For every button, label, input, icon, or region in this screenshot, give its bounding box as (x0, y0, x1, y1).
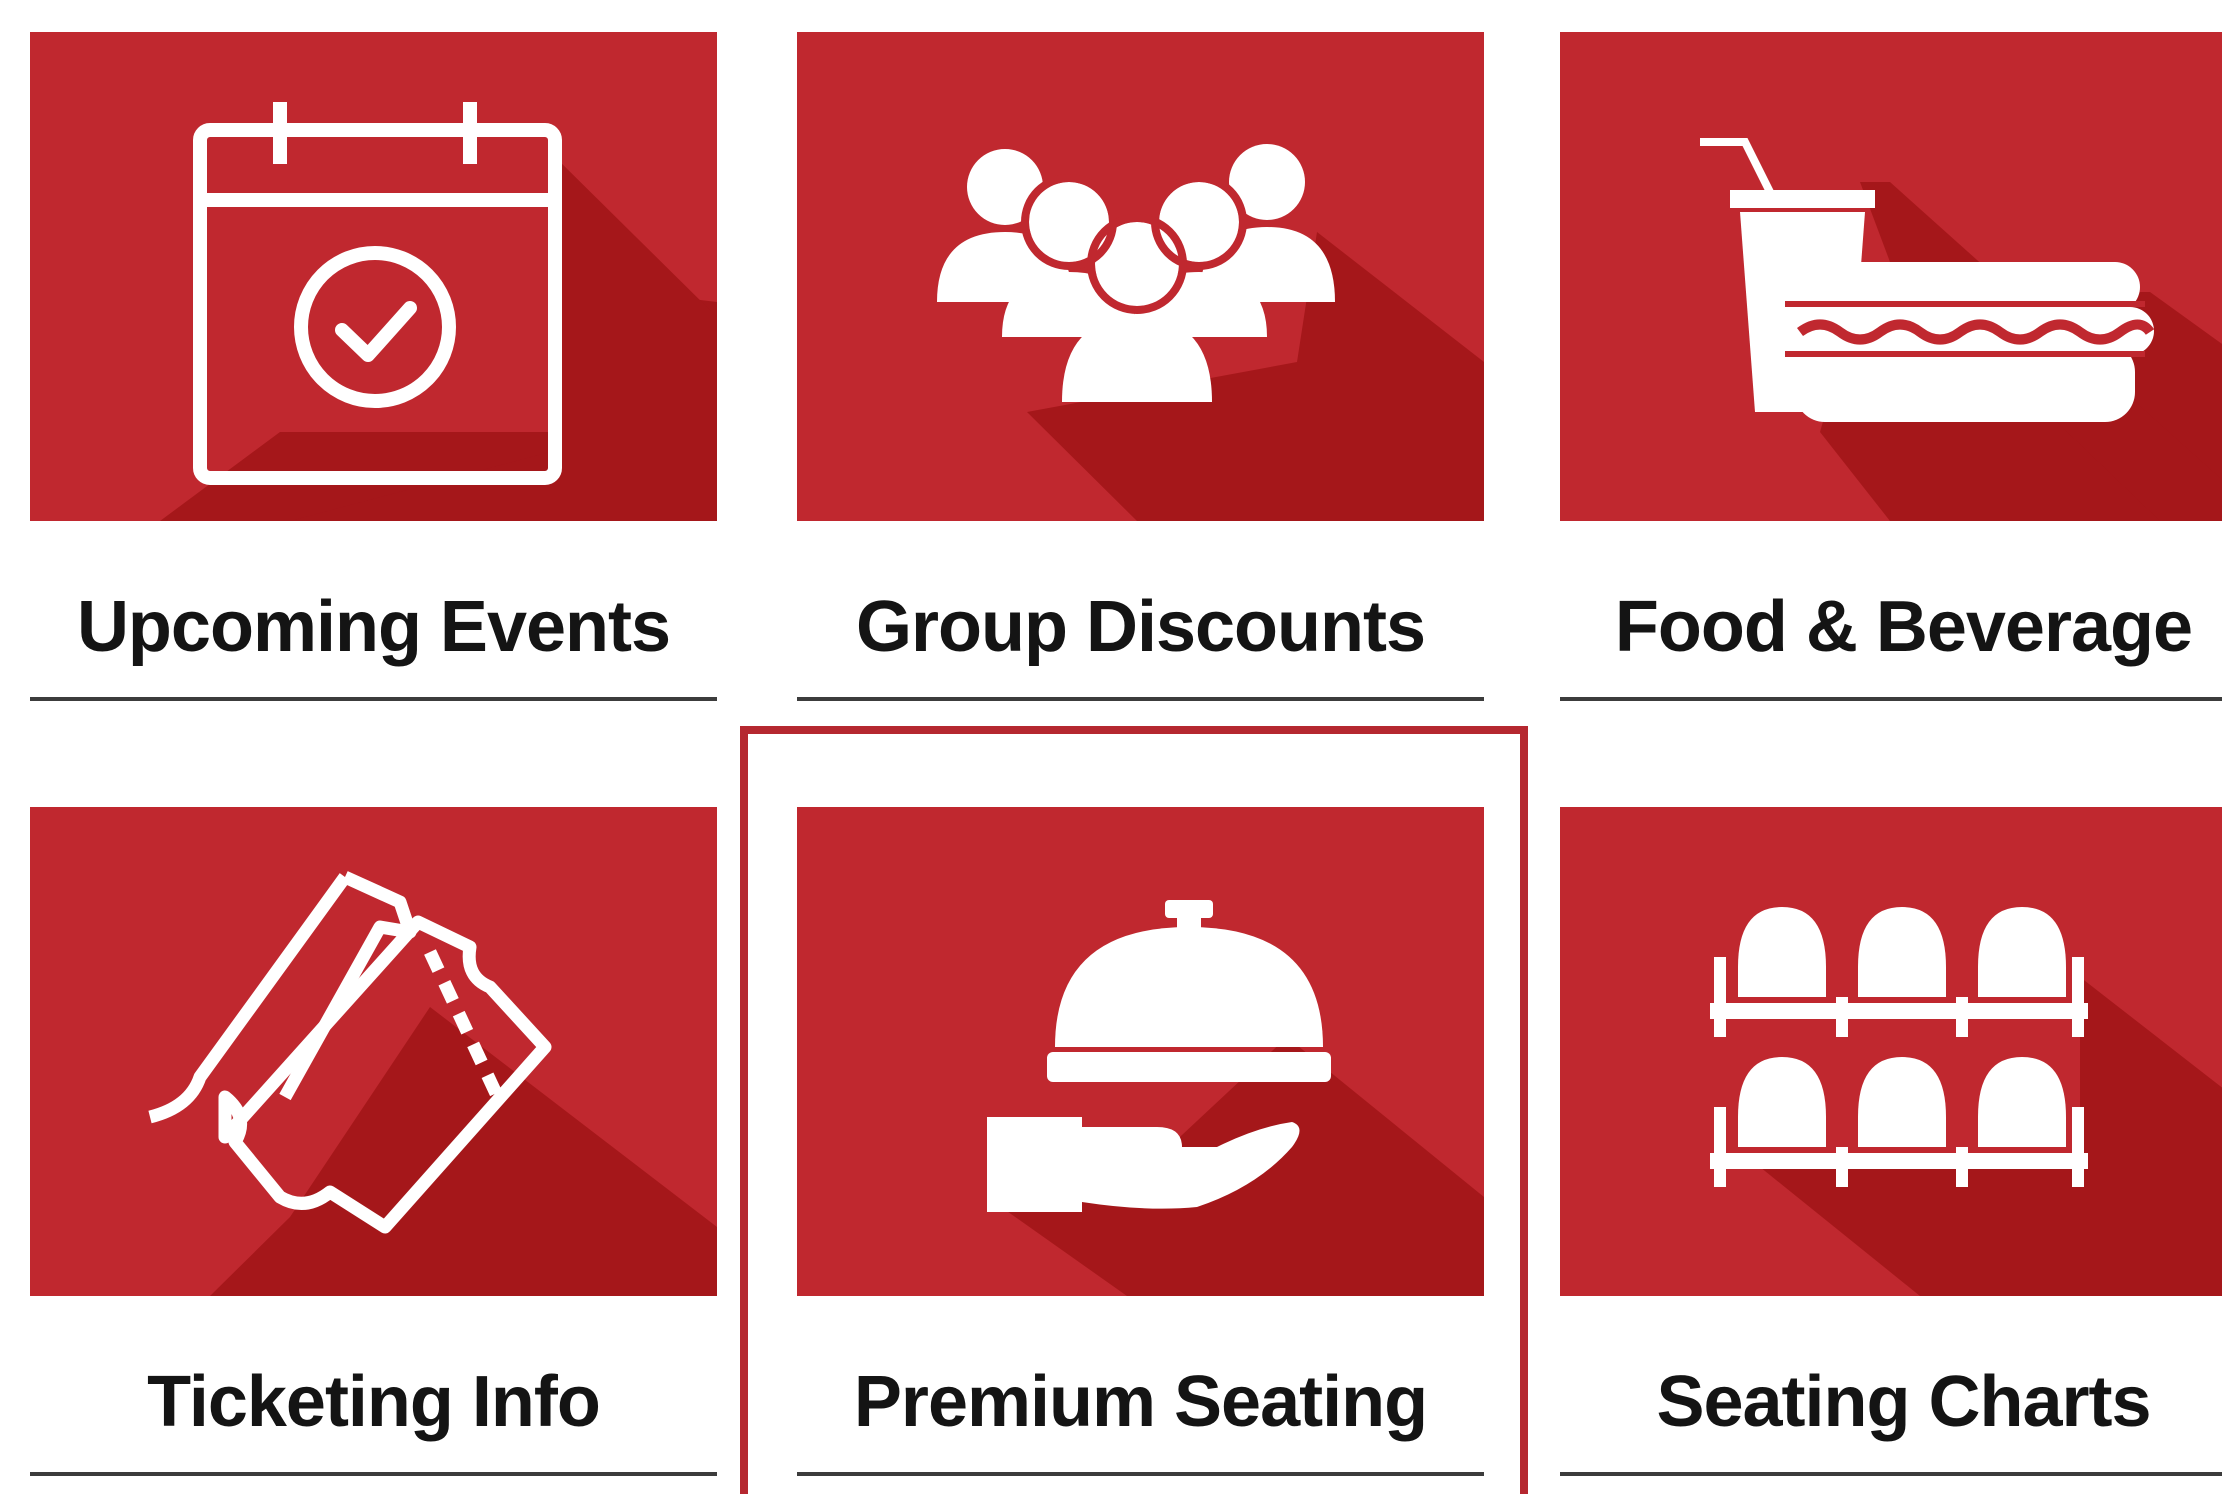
calendar-check-icon (160, 102, 717, 521)
tile-label: Food & Beverage (1614, 587, 2193, 667)
tile-label: Upcoming Events (76, 587, 671, 667)
group-people-icon (937, 144, 1484, 521)
tickets-icon (148, 871, 717, 1296)
nav-tile-grid: Upcoming Events Group Discounts Food & B… (0, 0, 2222, 1494)
tile-group-discounts[interactable]: Group Discounts (797, 32, 1484, 701)
tile-underline (30, 697, 717, 701)
stadium-seats-icon (1710, 907, 2222, 1296)
tile-image-food-beverage (1560, 32, 2222, 521)
tile-image-upcoming-events (30, 32, 717, 521)
tile-seating-charts[interactable]: Seating Charts (1560, 807, 2222, 1476)
tile-underline (1560, 697, 2222, 701)
tile-upcoming-events[interactable]: Upcoming Events (30, 32, 717, 701)
drink-hotdog-icon (1700, 138, 2222, 521)
tile-label: Group Discounts (855, 587, 1426, 667)
tile-image-ticketing-info (30, 807, 717, 1296)
tile-image-seating-charts (1560, 807, 2222, 1296)
tile-underline (30, 1472, 717, 1476)
tile-image-premium-seating (797, 807, 1484, 1296)
tile-food-beverage[interactable]: Food & Beverage (1560, 32, 2222, 701)
tile-underline (797, 697, 1484, 701)
tile-underline (1560, 1472, 2222, 1476)
tile-label: Seating Charts (1656, 1362, 2151, 1442)
tile-premium-seating[interactable]: Premium Seating (797, 807, 1484, 1476)
tile-image-group-discounts (797, 32, 1484, 521)
serving-cloche-icon (987, 900, 1484, 1296)
tile-underline (797, 1472, 1484, 1476)
tile-label: Ticketing Info (147, 1362, 601, 1442)
tile-ticketing-info[interactable]: Ticketing Info (30, 807, 717, 1476)
tile-label: Premium Seating (853, 1362, 1428, 1442)
